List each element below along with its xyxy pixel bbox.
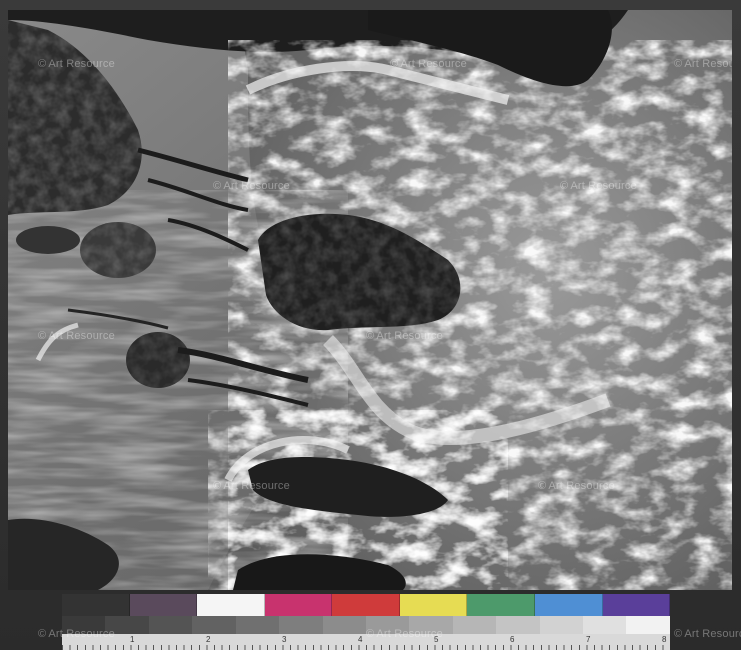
ruler-number: 7 — [586, 635, 591, 644]
gray-patch — [583, 616, 627, 634]
gray-patch — [452, 616, 497, 634]
watermark-text: Art Resource — [674, 628, 741, 640]
color-swatch — [602, 594, 671, 616]
gray-patch — [539, 616, 584, 634]
color-swatch — [129, 594, 198, 616]
color-target: 12345678 — [62, 594, 671, 650]
ruler-number: 1 — [130, 635, 135, 644]
watermark-text: Art Resource — [213, 480, 290, 492]
watermark-text: Art Resource — [560, 180, 637, 192]
watermark-text: Art Resource — [38, 58, 115, 70]
color-swatch — [534, 594, 603, 616]
color-swatch-row — [62, 594, 671, 616]
watermark-text: Art Resource — [366, 628, 443, 640]
gray-patch — [322, 616, 366, 634]
gray-patch — [192, 616, 236, 634]
watermark-text: Art Resource — [38, 330, 115, 342]
gray-patch — [496, 616, 540, 634]
color-swatch — [399, 594, 468, 616]
color-swatch — [332, 594, 400, 616]
watermark-text: Art Resource — [366, 330, 443, 342]
gray-patch — [148, 616, 193, 634]
watermark-text: Art Resource — [674, 58, 732, 70]
color-swatch — [467, 594, 535, 616]
gray-patch — [235, 616, 280, 634]
color-swatch — [62, 594, 130, 616]
ruler-number: 6 — [510, 635, 515, 644]
watermark-text: Art Resource — [38, 628, 115, 640]
watermark-text: Art Resource — [390, 58, 467, 70]
color-swatch — [264, 594, 333, 616]
color-swatch — [197, 594, 265, 616]
gray-patch — [626, 616, 670, 634]
watermark-text: Art Resource — [538, 480, 615, 492]
ruler-number: 4 — [358, 635, 363, 644]
gray-patch — [279, 616, 323, 634]
ocean-waves-photo — [8, 10, 732, 590]
ruler-number: 3 — [282, 635, 287, 644]
photograph: Art Resource Art Resource Art Resource A… — [8, 10, 732, 590]
ruler-number: 8 — [662, 635, 667, 644]
watermark-text: Art Resource — [213, 180, 290, 192]
ruler-number: 2 — [206, 635, 211, 644]
